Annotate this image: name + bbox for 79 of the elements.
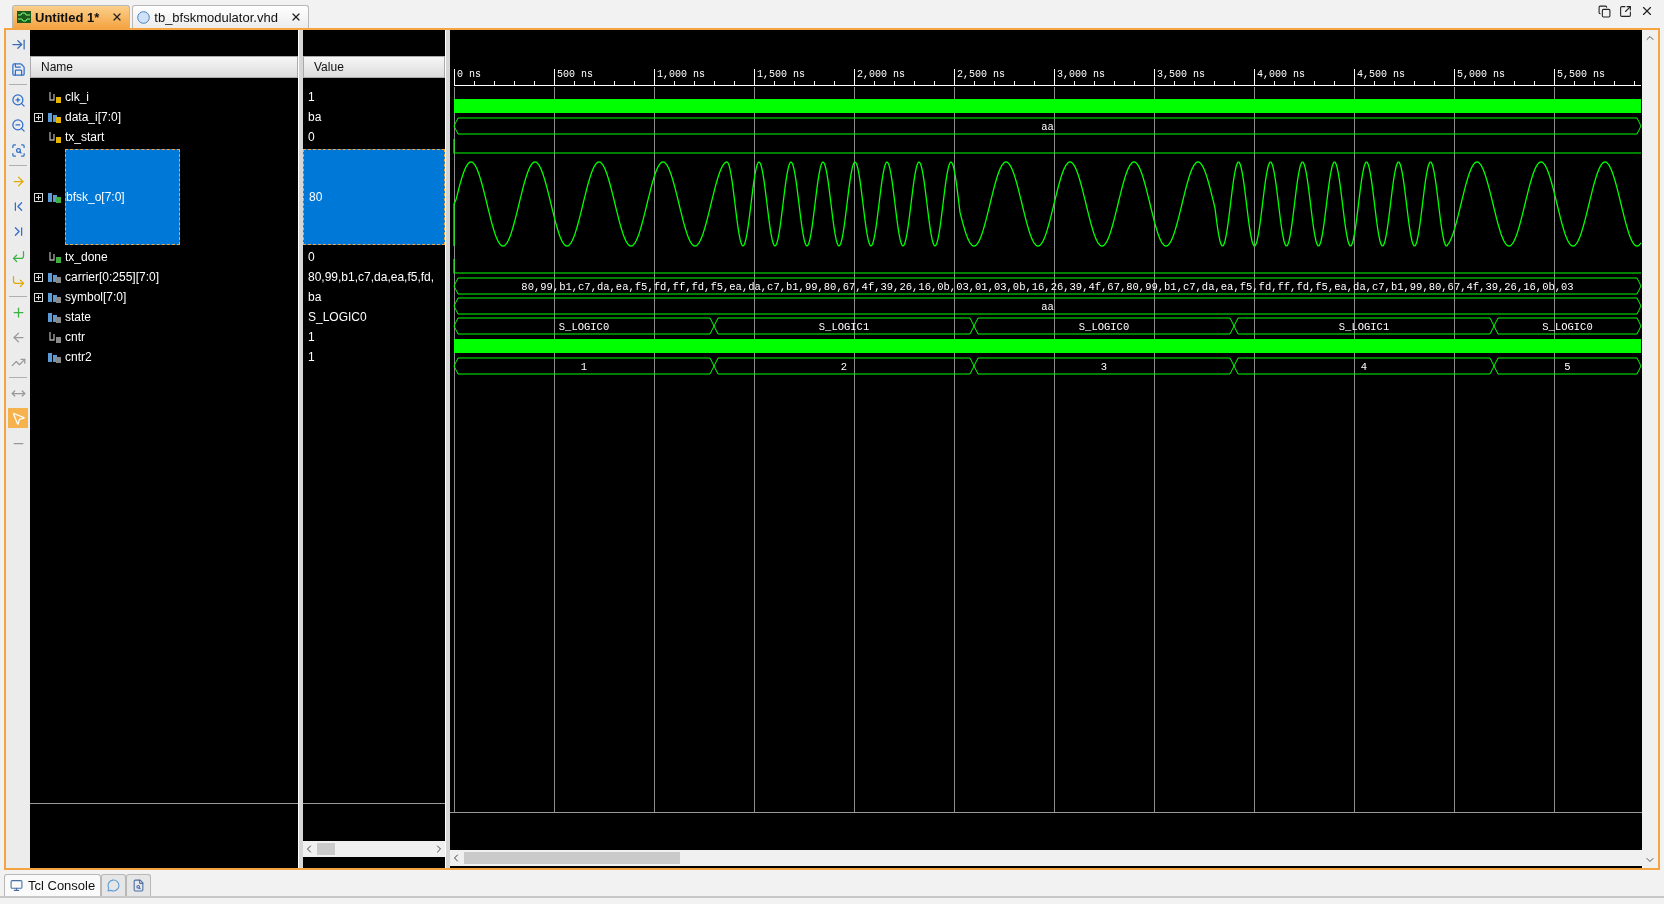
bus-value: 3	[1100, 361, 1108, 373]
bus-value: 5	[1564, 361, 1571, 373]
signal-icon	[48, 350, 62, 364]
signal-value: 1	[307, 350, 315, 364]
signal-icon	[48, 270, 62, 284]
tick-label: 1,500 ns	[757, 69, 805, 80]
signal-name[interactable]: cntr	[65, 330, 85, 344]
tick-label: 5,500 ns	[1557, 69, 1605, 80]
tick-label: 0 ns	[457, 69, 481, 80]
signal-value: 80,99,b1,c7,da,ea,f5,fd,	[307, 270, 435, 284]
signal-value: 1	[307, 90, 315, 104]
signal-name[interactable]: bfsk_o[7:0]	[65, 149, 180, 245]
signal-name[interactable]: tx_done	[65, 250, 108, 264]
tick-label: 3,500 ns	[1157, 69, 1205, 80]
tick-label: 3,000 ns	[1057, 69, 1105, 80]
horizontal-scrollbar[interactable]	[303, 841, 445, 857]
column-header[interactable]: Name	[30, 56, 298, 78]
signal-value: ba	[307, 290, 322, 304]
signal-icon	[48, 90, 62, 104]
close-button[interactable]	[1640, 4, 1654, 18]
expand-icon[interactable]	[34, 112, 43, 122]
bus-value: S_LOGIC0	[558, 321, 610, 333]
panel-tab[interactable]	[126, 874, 152, 896]
bus-value: 4	[1360, 361, 1368, 373]
signal-name[interactable]: data_i[7:0]	[65, 110, 122, 124]
signal-icon	[48, 330, 62, 344]
report-icon	[132, 879, 146, 892]
signal-icon	[48, 110, 62, 124]
signal-icon	[48, 290, 62, 304]
restore-button[interactable]	[1598, 4, 1611, 18]
signal-icon	[48, 190, 62, 204]
scroll-thumb[interactable]	[464, 852, 680, 864]
tick-label: 500 ns	[557, 69, 593, 80]
bus-value: S_LOGIC0	[1078, 321, 1130, 333]
panel-tab[interactable]	[101, 874, 127, 896]
signal-value: 80	[303, 149, 445, 245]
signal-icon	[48, 250, 62, 264]
tick-label: 1,000 ns	[657, 69, 705, 80]
expand-icon[interactable]	[34, 272, 43, 282]
scroll-thumb[interactable]	[317, 843, 335, 855]
editor-tab[interactable]: tb_bfskmodulator.vhd	[132, 5, 309, 28]
tick-label: 2,500 ns	[957, 69, 1005, 80]
signal-icon	[48, 310, 62, 324]
signal-name[interactable]: symbol[7:0]	[65, 290, 127, 304]
monitor-icon	[10, 879, 23, 892]
tick-label: 2,000 ns	[857, 69, 905, 80]
file-icon	[137, 10, 151, 24]
signal-value: 0	[307, 250, 315, 264]
editor-tab[interactable]: Untitled 1*	[12, 5, 131, 28]
expand-icon[interactable]	[34, 292, 43, 302]
signal-value: 1	[307, 330, 315, 344]
signal-value: ba	[307, 110, 322, 124]
tick-label: 4,000 ns	[1257, 69, 1305, 80]
signal-name[interactable]: tx_start	[65, 130, 105, 144]
bus-value: S_LOGIC1	[1338, 321, 1390, 333]
signal-name[interactable]: state	[65, 310, 91, 324]
bus-value: S_LOGIC1	[818, 321, 870, 333]
speech-bubble-icon	[107, 879, 121, 892]
tick-label: 4,500 ns	[1357, 69, 1405, 80]
bus-value: aa	[1041, 301, 1054, 313]
signal-icon	[48, 130, 62, 144]
expand-icon[interactable]	[34, 192, 43, 202]
pop-out-button[interactable]	[1619, 4, 1632, 18]
signal-name[interactable]: clk_i	[65, 90, 89, 104]
waveform-icon	[17, 11, 31, 23]
signal-value: 0	[307, 130, 315, 144]
horizontal-scrollbar[interactable]	[450, 850, 1642, 866]
bus-value: 80,99,b1,c7,da,ea,f5,fd,ff,fd,f5,ea,da,c7,b1,99,80,67,4f,39,26,16,0b,03,01,03,0b,16,26,39,4f,67,80,99,b1,c7,da,ea,f5,fd,ff,fd,f5,ea,da,c7,b1,99,80,67,4f,39,26,16,0b,03	[521, 281, 1574, 293]
pointer-icon[interactable]	[8, 408, 28, 428]
signal-value: S_LOGIC0	[307, 310, 367, 324]
signal-name[interactable]: cntr2	[65, 350, 92, 364]
signal-name[interactable]: carrier[0:255][7:0]	[65, 270, 160, 284]
bus-value: 1	[580, 361, 588, 373]
bus-value: 2	[840, 361, 848, 373]
bus-value: S_LOGIC0	[1542, 321, 1593, 333]
tick-label: 5,000 ns	[1457, 69, 1505, 80]
column-header[interactable]: Value	[303, 56, 445, 78]
console-tab[interactable]: Tcl Console	[4, 874, 102, 896]
bus-value: aa	[1041, 121, 1054, 133]
